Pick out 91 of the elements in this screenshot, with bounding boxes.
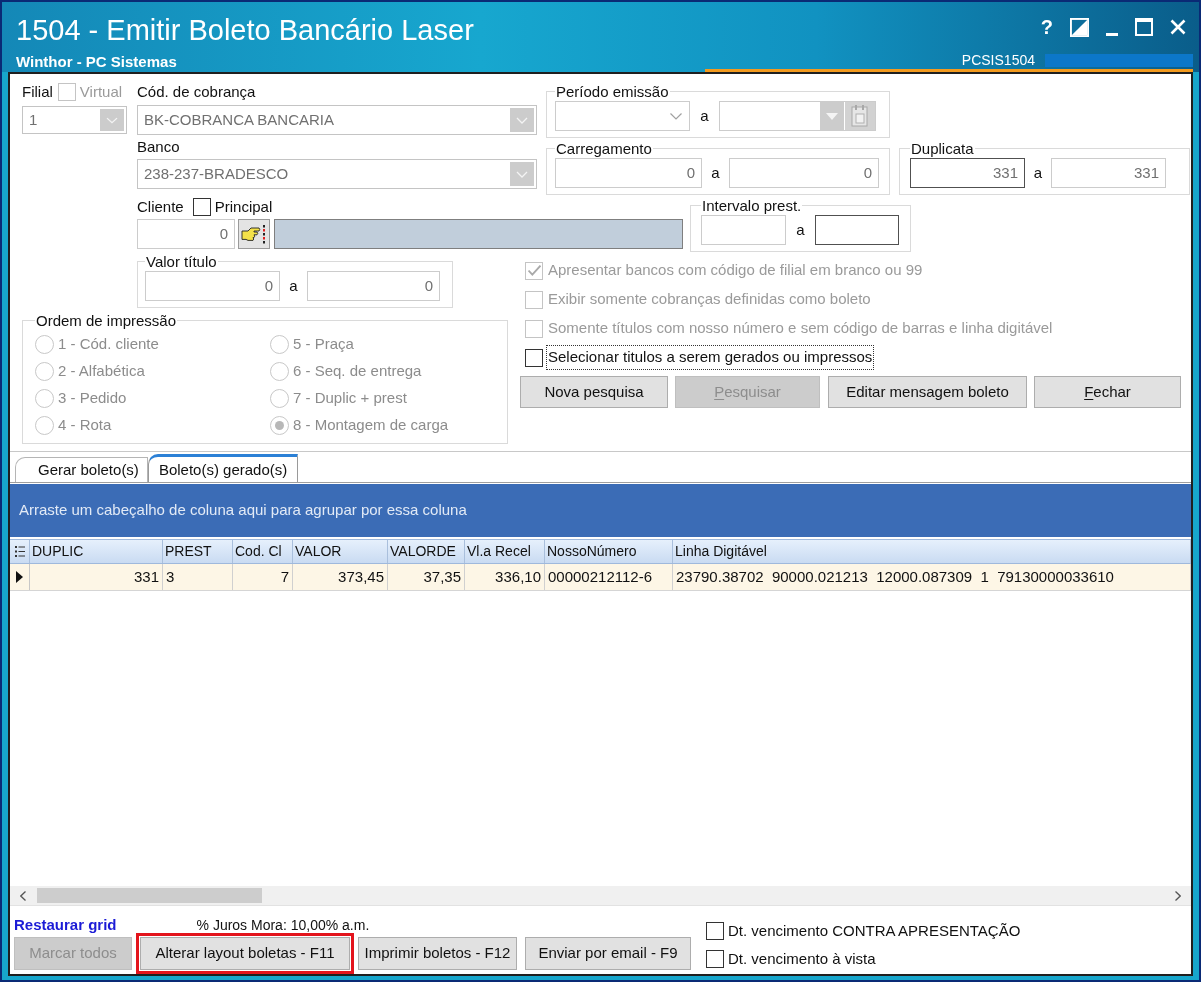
tab[interactable]: Gerar boleto(s)	[15, 457, 148, 482]
checkbox[interactable]	[192, 198, 211, 216]
input-field[interactable]	[815, 215, 899, 245]
table-cell: 336,10	[465, 564, 545, 590]
range-to-label: a	[711, 162, 720, 183]
minimize-icon[interactable]	[1106, 33, 1118, 36]
column-header[interactable]: Linha Digitável	[673, 540, 1191, 563]
range-to-label: a	[700, 105, 709, 126]
chevron-left-icon[interactable]	[20, 890, 26, 901]
chevron-right-icon[interactable]	[1175, 890, 1181, 901]
maximize-icon[interactable]	[1135, 18, 1153, 36]
checkbox-label: Principal	[214, 196, 273, 217]
table-cell: 23790.38702 90000.021213 12000.087309 1 79130000033610	[673, 564, 1191, 590]
client-name-field[interactable]	[274, 219, 683, 249]
number-field[interactable]: 0	[307, 271, 440, 301]
field-label: Cód. de cobrança	[137, 81, 256, 102]
radio-label: 7 - Duplic + prest	[293, 388, 407, 409]
checkbox[interactable]	[525, 348, 543, 367]
field-label: Filial	[22, 81, 53, 102]
number-field[interactable]: 0	[729, 158, 879, 188]
new-search-button[interactable]: Nova pesquisa	[520, 376, 668, 408]
checkbox-label: Selecionar titulos a serem gerados ou impressos	[546, 345, 875, 370]
pointing-hand-icon[interactable]	[238, 219, 270, 249]
radio-label: 2 - Alfabética	[58, 361, 145, 382]
radio-label: 1 - Cód. cliente	[58, 334, 159, 355]
column-header[interactable]: Cod. Cl	[233, 540, 293, 563]
close-icon[interactable]	[1170, 19, 1186, 35]
field-label: Cliente	[137, 196, 184, 217]
column-header[interactable]: NossoNúmero	[545, 540, 673, 563]
group-label: Duplicata	[910, 140, 975, 157]
checkbox[interactable]	[706, 922, 724, 940]
scrollbar-thumb[interactable]	[37, 888, 262, 903]
group-label: Ordem de impressão	[35, 312, 178, 329]
range-to-label: a	[1033, 162, 1043, 183]
table-row[interactable]: 331 3 7 373,45 37,35 336,10 00000212112-6 23790.38702 90000.021213 12000.087309 1 79130000033610	[10, 564, 1191, 591]
group-label: Carregamento	[555, 140, 653, 157]
number-field[interactable]: 331	[910, 158, 1025, 188]
date-field[interactable]	[719, 101, 876, 131]
email-button[interactable]: Enviar por email - F9	[525, 937, 691, 970]
group-label: Intervalo prest.	[701, 197, 803, 214]
table-cell: 7	[233, 564, 293, 590]
interest-rate-text: % Juros Mora: 10,00% a.m.	[196, 917, 370, 933]
column-header[interactable]: DUPLIC	[30, 540, 163, 563]
program-code: PCSIS1504	[961, 52, 1035, 68]
change-layout-button[interactable]: Alterar layout boletas - F11	[140, 937, 350, 970]
radio-label: 5 - Praça	[293, 334, 354, 355]
window-subtitle: Winthor - PC Sistemas	[16, 53, 177, 71]
column-header[interactable]: PREST	[163, 540, 233, 563]
range-to-label: a	[289, 275, 298, 296]
number-field[interactable]: 331	[1051, 158, 1166, 188]
number-field[interactable]: 0	[145, 271, 280, 301]
close-button[interactable]: Fechar	[1034, 376, 1181, 408]
triangle-down-icon[interactable]	[820, 102, 844, 130]
checkbox-label: Dt. vencimento à vista	[728, 948, 876, 969]
radio-label: 6 - Seq. de entrega	[293, 361, 422, 382]
edit-message-button[interactable]: Editar mensagem boleto	[828, 376, 1027, 408]
date-field[interactable]	[555, 101, 690, 131]
list-icon[interactable]	[14, 546, 25, 557]
checkbox-label: Exibir somente cobranças definidas como boleto	[547, 289, 872, 310]
table-cell: 373,45	[293, 564, 388, 590]
client-code-field[interactable]: 0	[137, 219, 235, 249]
checkbox[interactable]	[706, 950, 724, 968]
restore-grid-link[interactable]: Restaurar grid	[14, 917, 117, 933]
table-cell: 331	[30, 564, 163, 590]
group-label: Valor título	[145, 253, 218, 270]
calendar-icon[interactable]	[845, 102, 875, 130]
print-button[interactable]: Imprimir boletos - F12	[358, 937, 517, 970]
column-header[interactable]: Vl.a Recel	[465, 540, 545, 563]
help-button[interactable]: ?	[1040, 16, 1053, 38]
group-label: Período emissão	[555, 83, 670, 100]
radio-label: 4 - Rota	[58, 415, 112, 436]
group-by-hint: Arraste um cabeçalho de coluna aqui para agrupar por essa coluna	[19, 500, 467, 521]
field-label: Banco	[137, 136, 180, 157]
chevron-down-icon[interactable]	[670, 112, 682, 120]
window-title: 1504 - Emitir Boleto Bancário Laser	[16, 13, 474, 48]
tab[interactable]: Boleto(s) gerado(s)	[147, 454, 299, 483]
checkbox-label: Dt. vencimento CONTRA APRESENTAÇÃO	[728, 920, 1021, 941]
radio-label: 3 - Pedido	[58, 388, 127, 409]
range-to-label: a	[796, 219, 805, 240]
checkbox-label: Somente títulos com nosso número e sem código de barras e linha digitável	[547, 318, 1054, 339]
checkbox-label: Apresentar bancos com código de filial em branco ou 99	[547, 260, 924, 281]
column-header[interactable]: VALORDE	[388, 540, 465, 563]
half-filled-square-icon[interactable]	[1070, 17, 1089, 37]
table-cell: 3	[163, 564, 233, 590]
column-header[interactable]: VALOR	[293, 540, 388, 563]
checkmark-icon	[527, 265, 541, 276]
table-cell: 37,35	[388, 564, 465, 590]
number-field[interactable]: 0	[555, 158, 702, 188]
checkbox-label: Virtual	[79, 81, 123, 102]
table-cell: 00000212112-6	[545, 564, 673, 590]
radio-label: 8 - Montagem de carga	[293, 415, 449, 436]
